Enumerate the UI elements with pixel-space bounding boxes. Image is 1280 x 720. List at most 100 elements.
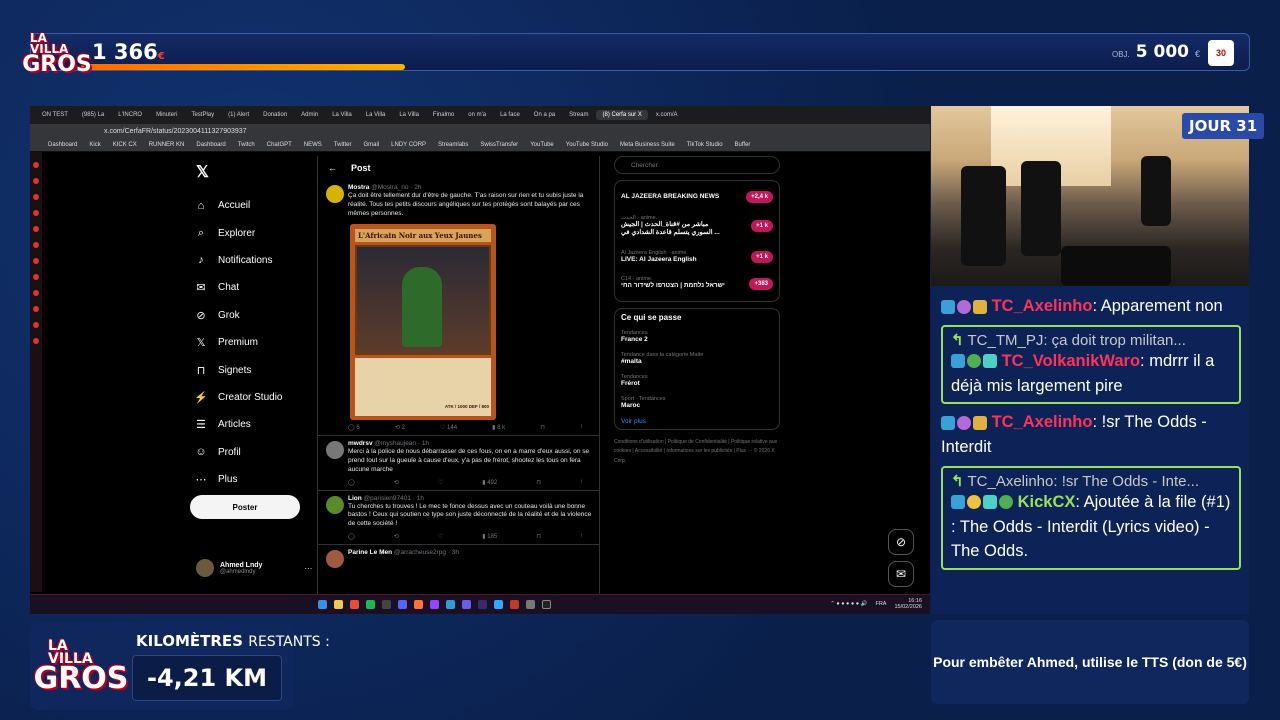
bookmark-item[interactable]: Twitter xyxy=(334,142,352,148)
reply-icon[interactable]: ◯ xyxy=(348,479,355,486)
share-icon[interactable]: ↑ xyxy=(580,479,583,486)
app-icon[interactable] xyxy=(462,600,471,609)
nav-item-articles[interactable]: ☰ Articles xyxy=(194,411,314,438)
views-icon[interactable]: ▮ 185 xyxy=(482,533,497,540)
like-icon[interactable]: ♡ xyxy=(438,479,443,486)
nav-item-chat[interactable]: ✉ Chat xyxy=(194,274,314,301)
firefox-icon[interactable] xyxy=(414,600,423,609)
trend-item[interactable]: Tendance dans la catégorie Malte #malta xyxy=(621,352,773,365)
nav-item-premium[interactable]: 𝕏 Premium xyxy=(194,329,314,356)
more-icon[interactable]: ··· xyxy=(304,564,312,573)
nav-item-plus[interactable]: ⋯ Plus xyxy=(194,466,314,493)
browser-tab[interactable]: La Villa xyxy=(326,110,358,120)
app-icon[interactable] xyxy=(510,600,519,609)
tweet[interactable]: Lion @parisien97401 · 1h Tu cherches tu … xyxy=(318,491,599,545)
bookmark-item[interactable]: Dashboard xyxy=(196,142,225,148)
share-icon[interactable]: ↑ xyxy=(580,533,583,540)
obs-icon[interactable] xyxy=(542,600,551,609)
bookmark-item[interactable]: ChatGPT xyxy=(267,142,292,148)
grok-float-icon[interactable]: ⊘ xyxy=(888,529,914,555)
retweet-icon[interactable]: ⟲ 2 xyxy=(395,424,405,431)
retweet-icon[interactable]: ⟲ xyxy=(394,479,399,486)
bookmark-icon[interactable]: ⊓ xyxy=(536,479,541,486)
bookmark-item[interactable]: TikTok Studio xyxy=(687,142,723,148)
bookmark-icon[interactable]: ⊓ xyxy=(540,424,545,431)
live-count-badge[interactable]: +383 xyxy=(749,277,773,290)
tweet[interactable]: Parine Le Men @arracheuse2rpg · 3h xyxy=(318,545,599,568)
bookmark-item[interactable]: Kick xyxy=(89,142,100,148)
browser-tab[interactable]: (985) La xyxy=(76,110,110,120)
chat-username[interactable]: KickCX xyxy=(1018,493,1076,511)
trend-item[interactable]: Sport · Tendances Maroc xyxy=(621,396,773,409)
x-logo-icon[interactable]: 𝕏 xyxy=(196,162,314,182)
bookmark-item[interactable]: Meta Business Suite xyxy=(620,142,675,148)
share-icon[interactable]: ↑ xyxy=(580,424,583,431)
browser-tab[interactable]: Stream xyxy=(563,110,594,120)
spotify-icon[interactable] xyxy=(366,600,375,609)
views-icon[interactable]: ▮ 8 k xyxy=(492,424,505,431)
live-stream-item[interactable]: C14 · anime. ישראל נלחמת | הצטרפו לשידור … xyxy=(621,270,773,296)
nav-item-profil[interactable]: ☺ Profil xyxy=(194,439,314,466)
chrome-icon[interactable] xyxy=(350,600,359,609)
nav-item-accueil[interactable]: ⌂ Accueil xyxy=(194,192,314,219)
chat-username[interactable]: TC_Axelinho xyxy=(992,413,1093,431)
app-icon[interactable] xyxy=(446,600,455,609)
settings-icon[interactable] xyxy=(526,600,535,609)
bookmark-icon[interactable]: ⊓ xyxy=(536,533,541,540)
bookmark-item[interactable]: Buffer xyxy=(735,142,751,148)
browser-tab[interactable]: TestPlay xyxy=(185,110,220,120)
browser-tab[interactable]: (1) Alert xyxy=(222,110,255,120)
live-stream-item[interactable]: AL JAZEERA BREAKING NEWS +2,4 k xyxy=(621,185,773,209)
tweet-author[interactable]: Lion xyxy=(348,495,362,502)
post-button[interactable]: Poster xyxy=(190,495,300,519)
twitch-icon[interactable] xyxy=(430,600,439,609)
search-input[interactable]: Chercher xyxy=(614,156,780,174)
tray-icons[interactable]: ⌃ ● ● ● ● ● 🔊 xyxy=(830,601,867,607)
bookmark-item[interactable]: SwissTransfer xyxy=(480,142,518,148)
tweet-author[interactable]: Mostra xyxy=(348,184,369,191)
nav-item-explorer[interactable]: ⌕ Explorer xyxy=(194,219,314,246)
live-count-badge[interactable]: +1 k xyxy=(751,220,773,233)
live-stream-item[interactable]: Al Jazeera English · anime. LIVE: Al Jaze… xyxy=(621,244,773,270)
bookmark-item[interactable]: Twitch xyxy=(238,142,255,148)
bookmark-item[interactable]: Gmail xyxy=(363,142,379,148)
account-switcher[interactable]: Ahmed Lndy @ahmedlndy ··· xyxy=(196,559,312,577)
live-stream-item[interactable]: الحدث · anime. مباشر من #قناة_الحدث | الج… xyxy=(621,209,773,244)
reply-icon[interactable]: ◯ 6 xyxy=(348,424,360,431)
bookmark-item[interactable]: NEWS xyxy=(304,142,322,148)
explorer-icon[interactable] xyxy=(334,600,343,609)
live-count-badge[interactable]: +1 k xyxy=(751,251,773,264)
tweet[interactable]: Mostra @Mostra_no · 2h Ça doit être tell… xyxy=(318,180,599,437)
bookmark-item[interactable]: YouTube xyxy=(530,142,554,148)
nav-item-notifications[interactable]: ♪ Notifications xyxy=(194,247,314,274)
nav-item-signets[interactable]: ⊓ Signets xyxy=(194,356,314,383)
app-icon[interactable] xyxy=(382,600,391,609)
nav-item-grok[interactable]: ⊘ Grok xyxy=(194,302,314,329)
browser-tab[interactable]: x.com/A xyxy=(650,110,684,120)
bookmark-item[interactable]: Dashboard xyxy=(48,142,77,148)
browser-tab[interactable]: Donation xyxy=(257,110,293,120)
chat-username[interactable]: TC_VolkanikWaro xyxy=(1002,352,1140,370)
show-more-link[interactable]: Voir plus xyxy=(621,418,773,425)
browser-tab[interactable]: on m'a xyxy=(462,110,492,120)
bookmark-item[interactable]: Streamlabs xyxy=(438,142,468,148)
tweet[interactable]: mwdrsv @myshaujean · 1h Merci à la polic… xyxy=(318,436,599,491)
browser-tab[interactable]: Minuteri xyxy=(150,110,183,120)
browser-tab[interactable]: La Villa xyxy=(393,110,425,120)
browser-tab[interactable]: L'INCRO xyxy=(112,110,148,120)
bookmark-item[interactable]: RUNNER KN xyxy=(149,142,185,148)
trend-item[interactable]: Tendances France 2 xyxy=(621,330,773,343)
premiere-icon[interactable] xyxy=(478,600,487,609)
browser-tab[interactable]: (8) Cerfa sur X xyxy=(596,110,648,120)
discord-icon[interactable] xyxy=(398,600,407,609)
live-count-badge[interactable]: +2,4 k xyxy=(746,191,773,203)
browser-tab[interactable]: La Villa xyxy=(360,110,392,120)
bookmark-item[interactable]: YouTube Studio xyxy=(566,142,608,148)
like-icon[interactable]: ♡ xyxy=(438,533,443,540)
photoshop-icon[interactable] xyxy=(494,600,503,609)
x-footer-links[interactable]: Conditions d'utilisation | Politique de … xyxy=(614,438,780,467)
address-bar[interactable]: x.com/CerfaFR/status/2023004111327903937 xyxy=(30,124,930,138)
language-indicator[interactable]: FRA xyxy=(875,601,886,607)
browser-tab[interactable]: La face xyxy=(494,110,526,120)
start-icon[interactable] xyxy=(318,600,327,609)
